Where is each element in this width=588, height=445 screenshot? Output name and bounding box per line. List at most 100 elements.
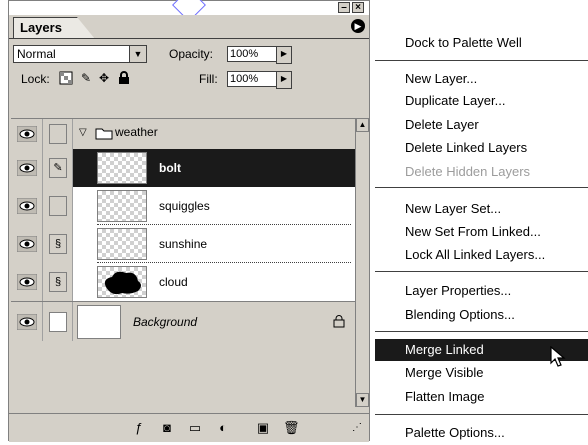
add-mask-icon[interactable]: ◙ (159, 420, 175, 436)
resize-grip-icon[interactable]: ⋰ (349, 420, 365, 436)
eye-icon[interactable] (17, 198, 37, 214)
menu-item-dock-to-palette-well[interactable]: Dock to Palette Well (375, 32, 588, 54)
scroll-up-icon[interactable]: ▲ (356, 118, 369, 132)
eye-icon[interactable] (17, 160, 37, 176)
menu-item-flatten-image[interactable]: Flatten Image (375, 386, 588, 408)
palette-title-bar[interactable]: – × (9, 0, 369, 22)
palette-flyout-menu: Dock to Palette Well New Layer... Duplic… (375, 28, 588, 445)
tab-layers-label: Layers (20, 20, 62, 35)
layer-row-weather[interactable]: ▽ weather (11, 119, 355, 149)
layer-row-background[interactable]: Background (11, 301, 355, 341)
link-cell[interactable]: § (43, 263, 73, 301)
layers-palette: – × Layers ▶ Normal ▼ Opacity: 100% ▶ Lo… (8, 0, 370, 442)
menu-item-delete-layer[interactable]: Delete Layer (375, 114, 588, 136)
menu-item-lock-all-linked-layers[interactable]: Lock All Linked Layers... (375, 244, 588, 266)
fill-field[interactable]: 100% ▶ (227, 71, 292, 89)
visibility-toggle[interactable] (11, 263, 43, 301)
layer-row-sunshine[interactable]: § sunshine (11, 225, 355, 263)
lock-transparency-icon[interactable] (59, 71, 73, 85)
menu-item-new-layer[interactable]: New Layer... (375, 68, 588, 90)
blend-mode-select[interactable]: Normal ▼ (13, 45, 147, 63)
chain-link-icon[interactable]: § (49, 272, 67, 292)
layer-body[interactable]: Background (73, 302, 355, 341)
fill-slider-arrow-icon[interactable]: ▶ (276, 71, 292, 89)
menu-item-palette-options[interactable]: Palette Options... (375, 422, 588, 444)
opacity-label: Opacity: (169, 47, 214, 61)
layer-thumbnail (77, 304, 121, 339)
palette-bottom-toolbar: ƒ ◙ ▭ ◐ ▣ 🗑 ⋰ (9, 413, 369, 442)
visibility-toggle[interactable] (11, 119, 43, 149)
new-layer-icon[interactable]: ▣ (255, 420, 271, 436)
lock-image-brush-icon[interactable]: ✎ (79, 71, 93, 85)
blend-mode-value: Normal (17, 47, 56, 61)
menu-item-duplicate-layer[interactable]: Duplicate Layer... (375, 90, 588, 112)
layer-name: squiggles (159, 199, 210, 213)
menu-item-new-set-from-linked[interactable]: New Set From Linked... (375, 221, 588, 243)
link-cell[interactable] (43, 119, 73, 149)
link-box[interactable] (49, 311, 67, 332)
layer-body[interactable]: cloud (73, 263, 355, 301)
menu-item-layer-properties[interactable]: Layer Properties... (375, 280, 588, 302)
menu-item-delete-hidden-layers: Delete Hidden Layers (405, 164, 531, 179)
layer-thumbnail (97, 228, 147, 260)
link-cell[interactable]: § (43, 225, 73, 263)
new-set-folder-icon[interactable]: ▭ (187, 420, 203, 436)
brush-icon[interactable]: ✎ (49, 158, 67, 178)
menu-separator (375, 60, 588, 61)
visibility-toggle[interactable] (11, 149, 43, 187)
link-box[interactable] (49, 196, 67, 216)
lock-all-icon[interactable] (117, 71, 131, 85)
chain-link-icon[interactable]: § (49, 234, 67, 254)
layer-row-squiggles[interactable]: squiggles (11, 187, 355, 225)
link-cell[interactable] (43, 302, 73, 341)
opacity-field[interactable]: 100% ▶ (227, 46, 292, 64)
link-cell[interactable] (43, 187, 73, 225)
eye-icon[interactable] (17, 236, 37, 252)
layers-scrollbar[interactable]: ▲ ▼ (355, 118, 369, 407)
visibility-toggle[interactable] (11, 225, 43, 263)
layer-body[interactable]: sunshine (73, 225, 355, 263)
eye-icon[interactable] (17, 274, 37, 290)
layer-thumbnail (97, 190, 147, 222)
lock-position-move-icon[interactable]: ✥ (97, 71, 111, 85)
disclosure-triangle-icon[interactable]: ▽ (79, 127, 87, 138)
layer-thumbnail (97, 266, 147, 298)
fill-label: Fill: (199, 72, 218, 86)
menu-item-blending-options[interactable]: Blending Options... (375, 304, 588, 326)
tab-layers[interactable]: Layers (13, 17, 95, 39)
trash-icon[interactable]: 🗑 (283, 420, 300, 436)
mouse-pointer-icon (550, 346, 566, 367)
lock-icon (333, 315, 345, 328)
eye-icon[interactable] (17, 126, 37, 142)
layer-row-bolt[interactable]: ✎ bolt (11, 149, 355, 187)
opacity-slider-arrow-icon[interactable]: ▶ (276, 46, 292, 64)
layer-body[interactable]: squiggles (73, 187, 355, 225)
visibility-toggle[interactable] (11, 187, 43, 225)
menu-item-delete-linked-layers[interactable]: Delete Linked Layers (375, 137, 588, 159)
layer-name: sunshine (159, 237, 208, 251)
minimize-button[interactable]: – (338, 2, 350, 13)
layer-name: cloud (159, 275, 188, 289)
palette-menu-button[interactable]: ▶ (351, 19, 365, 33)
scroll-down-icon[interactable]: ▼ (356, 393, 369, 407)
palette-tab-row: Layers ▶ (9, 15, 369, 39)
visibility-toggle[interactable] (11, 302, 43, 341)
layer-row-cloud[interactable]: § cloud (11, 263, 355, 301)
menu-item-new-layer-set[interactable]: New Layer Set... (375, 198, 588, 220)
chevron-down-icon[interactable]: ▼ (129, 46, 146, 62)
menu-separator (375, 331, 588, 332)
layers-list: ▽ weather ✎ bolt squiggles § sunshine § … (11, 118, 355, 401)
layer-body[interactable]: bolt (73, 149, 355, 187)
opacity-value: 100% (230, 48, 259, 60)
menu-separator (375, 271, 588, 272)
adjustment-layer-icon[interactable]: ◐ (215, 420, 231, 436)
close-button[interactable]: × (352, 2, 364, 13)
lock-fill-row: Lock: ✎ ✥ Fill: 100% ▶ (9, 67, 369, 93)
layer-style-icon[interactable]: ƒ (131, 420, 147, 436)
tab-divider (9, 38, 369, 39)
link-cell[interactable]: ✎ (43, 149, 73, 187)
layer-body[interactable]: ▽ weather (73, 119, 355, 149)
eye-icon[interactable] (17, 313, 37, 330)
link-box[interactable] (49, 124, 67, 144)
menu-separator (375, 414, 588, 415)
